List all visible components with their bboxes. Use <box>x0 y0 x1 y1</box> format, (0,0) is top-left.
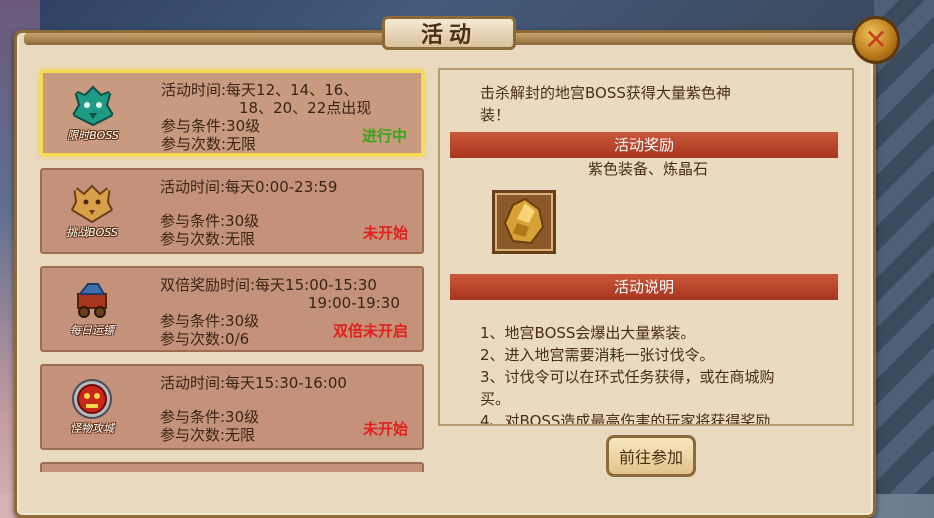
activity-status: 未开始 <box>362 420 408 438</box>
activity-item-daily-escort[interactable]: 每日运镖 双倍奖励时间:每天15:00-15:30 19:00-19:30 参与… <box>40 266 424 352</box>
activity-item-partial[interactable] <box>40 462 424 472</box>
activity-status: 未开始 <box>362 224 408 242</box>
activity-item-challenge-boss[interactable]: 挑战BOSS 活动时间:每天0:00-23:59 参与条件:30级 参与次数:无… <box>40 168 424 254</box>
activity-icon-caption: 怪物攻城 <box>70 422 114 435</box>
activity-condition: 参与条件:30级 <box>160 312 260 330</box>
activity-item-limited-boss[interactable]: 限时BOSS 活动时间:每天12、14、16、 18、20、22点出现 参与条件… <box>40 70 424 156</box>
cart-icon <box>77 283 107 318</box>
activity-count: 参与次数:0/6 <box>160 330 250 348</box>
activity-intro: 击杀解封的地宫BOSS获得大量紫色神 装！ <box>480 82 820 126</box>
activity-time: 活动时间:每天15:30-16:00 <box>160 374 347 392</box>
panel-title: 活动 <box>382 16 516 50</box>
activity-status: 双倍未开启 <box>332 322 408 340</box>
rule-item: 2、进入地宫需要消耗一张讨伐令。 <box>480 346 715 364</box>
activity-count: 参与次数:无限 <box>160 426 256 444</box>
activity-condition: 参与条件:30级 <box>161 117 261 135</box>
reward-header: 活动奖励 <box>450 132 838 158</box>
gold-ore-icon <box>503 197 545 245</box>
rule-item: 1、地宫BOSS会爆出大量紫装。 <box>480 324 696 342</box>
activity-intro-line1: 击杀解封的地宫BOSS获得大量紫色神 <box>480 84 731 102</box>
join-activity-label: 前往参加 <box>618 448 683 467</box>
activity-time: 活动时间:每天0:00-23:59 <box>160 178 338 196</box>
reward-item-slot[interactable] <box>492 190 556 254</box>
demon-mask-icon <box>72 379 112 419</box>
activity-time-cont: 19:00-19:30 <box>308 294 400 312</box>
activity-time-cont: 18、20、22点出现 <box>239 99 372 117</box>
activity-intro-line2: 装！ <box>480 106 511 124</box>
activity-count: 参与次数:无限 <box>161 135 257 153</box>
wolf-boss-icon <box>71 85 115 127</box>
background-right <box>874 0 934 518</box>
join-activity-button[interactable]: 前往参加 <box>606 435 696 477</box>
activity-time: 活动时间:每天12、14、16、 <box>161 81 359 99</box>
rule-item: 4、对BOSS造成最高伤害的玩家将获得奖励 <box>480 412 771 426</box>
reward-text: 紫色装备、炼晶石 <box>587 160 708 178</box>
close-icon: ✕ <box>864 23 888 56</box>
close-button[interactable]: ✕ <box>852 16 900 64</box>
activity-count: 参与次数:无限 <box>160 230 256 248</box>
rule-item: 买。 <box>480 390 511 408</box>
fox-boss-icon <box>70 183 114 224</box>
activity-icon: 挑战BOSS <box>60 180 124 244</box>
rule-item: 3、讨伐令可以在环式任务获得，或在商城购 <box>480 368 775 386</box>
activity-condition: 参与条件:30级 <box>160 212 260 230</box>
description-header: 活动说明 <box>450 274 838 300</box>
activity-time: 双倍奖励时间:每天15:00-15:30 <box>160 276 377 294</box>
activity-icon-caption: 每日运镖 <box>70 324 114 337</box>
activity-item-monster-siege[interactable]: 怪物攻城 活动时间:每天15:30-16:00 参与条件:30级 参与次数:无限… <box>40 364 424 450</box>
activity-icon-caption: 挑战BOSS <box>66 226 118 239</box>
activity-status: 进行中 <box>361 127 407 145</box>
activity-icon: 限时BOSS <box>61 83 125 147</box>
activity-icon: 怪物攻城 <box>60 376 124 440</box>
activity-icon-caption: 限时BOSS <box>67 129 119 142</box>
activity-list[interactable]: 限时BOSS 活动时间:每天12、14、16、 18、20、22点出现 参与条件… <box>36 66 432 472</box>
activity-icon: 每日运镖 <box>60 278 124 342</box>
activity-detail: 击杀解封的地宫BOSS获得大量紫色神 装！ 活动奖励 紫色装备、炼晶石 活动说明… <box>438 68 854 426</box>
panel-title-text: 活动 <box>420 23 477 48</box>
activity-condition: 参与条件:30级 <box>160 408 260 426</box>
